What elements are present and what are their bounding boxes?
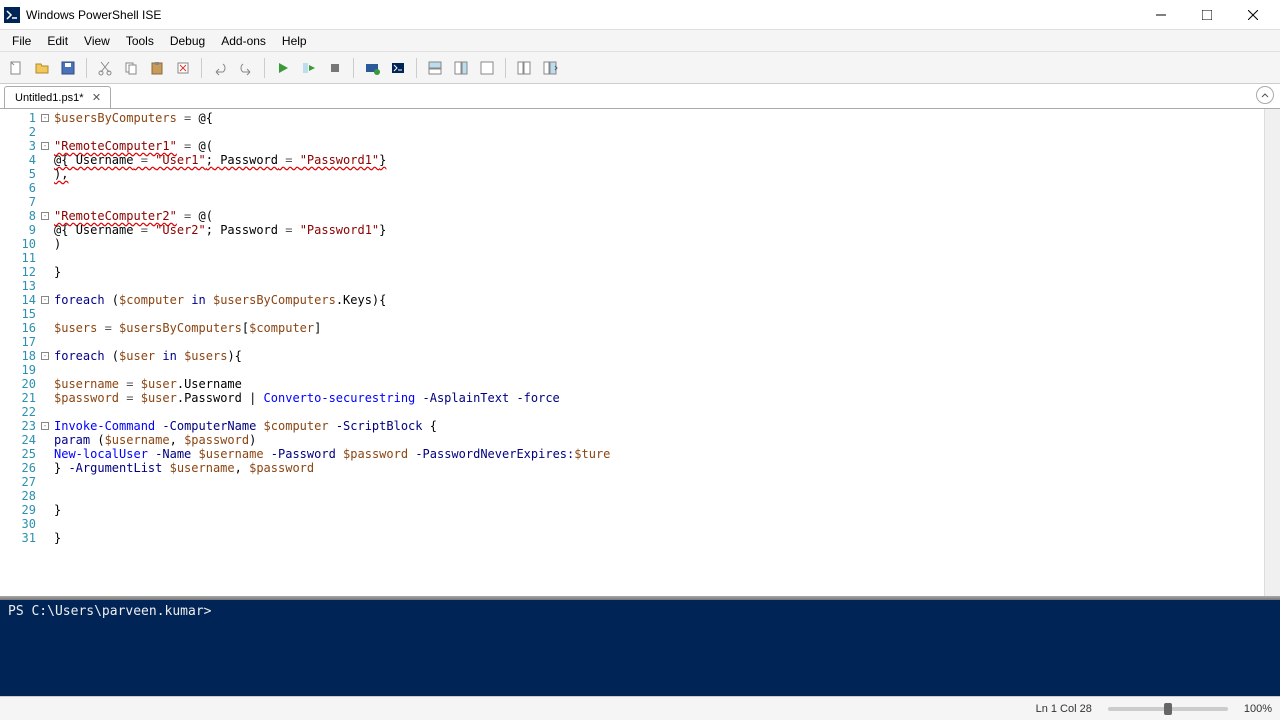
redo-button[interactable] bbox=[234, 56, 258, 80]
toolbar-separator bbox=[353, 58, 354, 78]
new-remote-tab-button[interactable] bbox=[360, 56, 384, 80]
menu-debug[interactable]: Debug bbox=[162, 32, 213, 50]
line-gutter: 1234567891011121314151617181920212223242… bbox=[0, 109, 40, 596]
toolbar-separator bbox=[416, 58, 417, 78]
menu-add-ons[interactable]: Add-ons bbox=[213, 32, 274, 50]
stop-button[interactable] bbox=[323, 56, 347, 80]
console-pane[interactable]: PS C:\Users\parveen.kumar> bbox=[0, 600, 1280, 696]
maximize-button[interactable] bbox=[1184, 1, 1230, 29]
tabbar: Untitled1.ps1* ✕ bbox=[0, 84, 1280, 108]
close-button[interactable] bbox=[1230, 1, 1276, 29]
console-prompt: PS C:\Users\parveen.kumar> bbox=[8, 604, 212, 619]
chevron-up-icon bbox=[1260, 90, 1270, 100]
collapse-script-pane-button[interactable] bbox=[1256, 86, 1274, 104]
window-title: Windows PowerShell ISE bbox=[26, 8, 1138, 22]
run-selection-button[interactable] bbox=[297, 56, 321, 80]
script-tab[interactable]: Untitled1.ps1* ✕ bbox=[4, 86, 111, 108]
zoom-level: 100% bbox=[1244, 703, 1272, 715]
show-command-addon-button[interactable] bbox=[538, 56, 562, 80]
toolbar-separator bbox=[264, 58, 265, 78]
start-powershell-button[interactable] bbox=[386, 56, 410, 80]
menubar: FileEditViewToolsDebugAdd-onsHelp bbox=[0, 30, 1280, 52]
show-script-top-button[interactable] bbox=[423, 56, 447, 80]
menu-file[interactable]: File bbox=[4, 32, 39, 50]
titlebar: Windows PowerShell ISE bbox=[0, 0, 1280, 30]
copy-button[interactable] bbox=[119, 56, 143, 80]
menu-tools[interactable]: Tools bbox=[118, 32, 162, 50]
statusbar: Ln 1 Col 28 100% bbox=[0, 696, 1280, 720]
undo-button[interactable] bbox=[208, 56, 232, 80]
toolbar-separator bbox=[201, 58, 202, 78]
show-script-max-button[interactable] bbox=[475, 56, 499, 80]
toolbar-separator bbox=[505, 58, 506, 78]
show-command-button[interactable] bbox=[512, 56, 536, 80]
menu-edit[interactable]: Edit bbox=[39, 32, 76, 50]
paste-button[interactable] bbox=[145, 56, 169, 80]
open-button[interactable] bbox=[30, 56, 54, 80]
fold-column: ------ bbox=[40, 109, 50, 596]
minimize-button[interactable] bbox=[1138, 1, 1184, 29]
app-icon bbox=[4, 7, 20, 23]
clear-button[interactable] bbox=[171, 56, 195, 80]
script-editor[interactable]: 1234567891011121314151617181920212223242… bbox=[0, 108, 1280, 596]
toolbar-separator bbox=[86, 58, 87, 78]
save-button[interactable] bbox=[56, 56, 80, 80]
tab-label: Untitled1.ps1* bbox=[15, 92, 84, 104]
show-script-right-button[interactable] bbox=[449, 56, 473, 80]
run-script-button[interactable] bbox=[271, 56, 295, 80]
menu-view[interactable]: View bbox=[76, 32, 118, 50]
tab-close-icon[interactable]: ✕ bbox=[90, 91, 104, 105]
cursor-position: Ln 1 Col 28 bbox=[1036, 703, 1092, 715]
menu-help[interactable]: Help bbox=[274, 32, 315, 50]
new-button[interactable] bbox=[4, 56, 28, 80]
toolbar bbox=[0, 52, 1280, 84]
vertical-scrollbar[interactable] bbox=[1264, 109, 1280, 596]
code-area[interactable]: $usersByComputers = @{"RemoteComputer1" … bbox=[50, 109, 1264, 596]
zoom-slider[interactable] bbox=[1108, 707, 1228, 711]
cut-button[interactable] bbox=[93, 56, 117, 80]
